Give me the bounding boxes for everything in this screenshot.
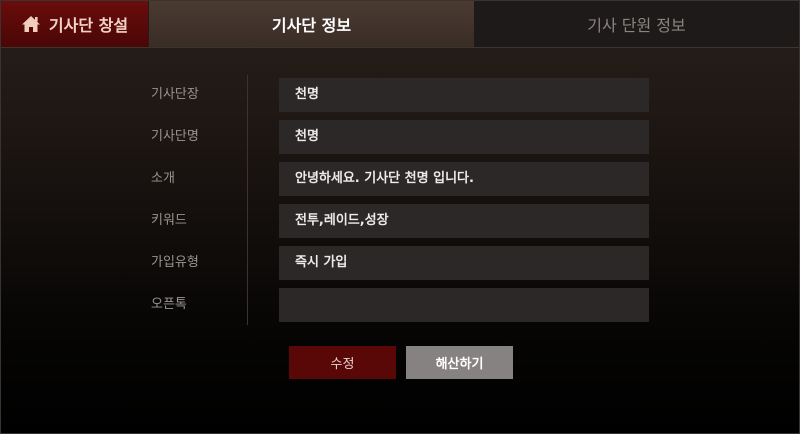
form-row-join-type: 가입유형 즉시 가입 (1, 246, 799, 280)
intro-field: 안녕하세요. 기사단 천명 입니다. (279, 162, 649, 196)
tab-clan-members[interactable]: 기사 단원 정보 (474, 1, 799, 47)
edit-button[interactable]: 수정 (289, 346, 396, 379)
tab-clan-members-label: 기사 단원 정보 (587, 16, 686, 35)
keywords-field: 전투,레이드,성장 (279, 204, 649, 238)
tab-clan-create[interactable]: 기사단 창설 (1, 1, 149, 47)
join-type-field: 즉시 가입 (279, 246, 649, 280)
tab-clan-create-label: 기사단 창설 (48, 16, 129, 35)
form-row-keywords: 키워드 전투,레이드,성장 (1, 204, 799, 238)
form-row-intro: 소개 안녕하세요. 기사단 천명 입니다. (1, 162, 799, 196)
clan-name-label: 기사단명 (151, 129, 199, 144)
tab-bar: 기사단 창설 기사단 정보 기사 단원 정보 (1, 1, 799, 48)
form-row-open-talk: 오픈톡 (1, 288, 799, 322)
intro-label: 소개 (151, 171, 175, 186)
home-icon (21, 15, 41, 33)
disband-button[interactable]: 해산하기 (406, 346, 513, 379)
clan-name-field: 천명 (279, 120, 649, 154)
leader-field: 천명 (279, 78, 649, 112)
join-type-label: 가입유형 (151, 255, 199, 270)
tab-clan-info-label: 기사단 정보 (271, 16, 352, 35)
open-talk-field (279, 288, 649, 322)
clan-window: 기사단 창설 기사단 정보 기사 단원 정보 기사단장 천명 기사단명 천명 소… (0, 0, 800, 434)
open-talk-label: 오픈톡 (151, 297, 187, 312)
leader-label: 기사단장 (151, 87, 199, 102)
tab-clan-info[interactable]: 기사단 정보 (149, 1, 474, 47)
form-row-leader: 기사단장 천명 (1, 78, 799, 112)
form-row-name: 기사단명 천명 (1, 120, 799, 154)
keywords-label: 키워드 (151, 213, 187, 228)
